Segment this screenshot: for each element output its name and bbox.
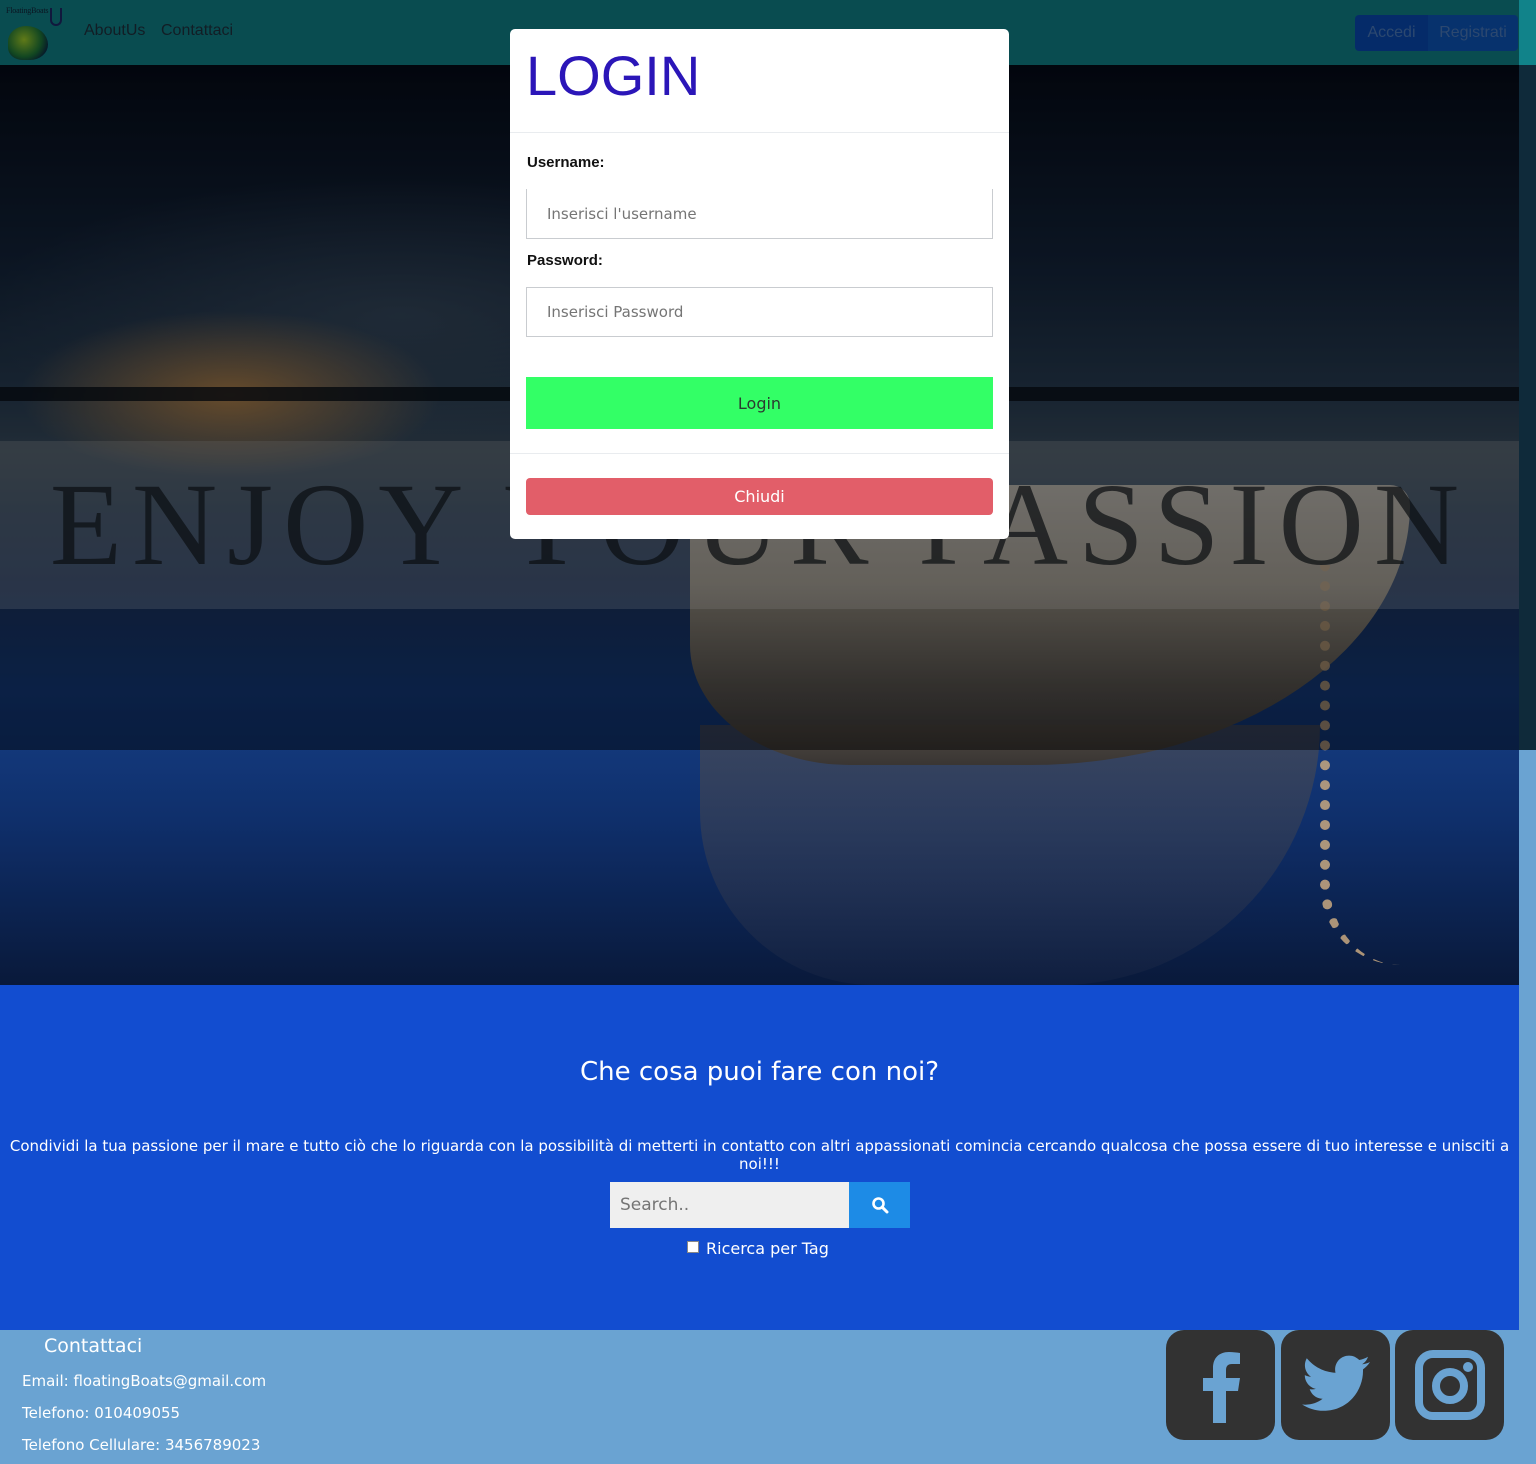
intro-section: Che cosa puoi fare con noi? Condividi la… — [0, 985, 1519, 1330]
footer-phone: Telefono: 010409055 — [22, 1404, 181, 1422]
login-submit-button[interactable]: Login — [526, 377, 993, 429]
section-description: Condividi la tua passione per il mare e … — [9, 1137, 1510, 1173]
instagram-link[interactable] — [1395, 1330, 1504, 1440]
facebook-icon — [1202, 1352, 1240, 1423]
password-label: Password: — [527, 252, 603, 269]
search-button[interactable] — [849, 1182, 910, 1228]
modal-header: LOGIN — [510, 29, 1009, 133]
tag-search-checkbox[interactable] — [687, 1241, 699, 1253]
search-icon — [871, 1197, 888, 1214]
tag-search-label: Ricerca per Tag — [706, 1239, 829, 1258]
username-label: Username: — [527, 154, 605, 171]
footer-mobile: Telefono Cellulare: 3456789023 — [22, 1436, 261, 1454]
modal-divider — [510, 453, 1009, 454]
footer-email: Email: floatingBoats@gmail.com — [22, 1372, 267, 1390]
twitter-link[interactable] — [1281, 1330, 1390, 1440]
twitter-icon — [1301, 1355, 1370, 1411]
login-modal: LOGIN Username: Password: Login Chiudi — [510, 29, 1009, 539]
facebook-link[interactable] — [1166, 1330, 1275, 1440]
modal-title: LOGIN — [526, 44, 701, 107]
footer-title: Contattaci — [44, 1335, 143, 1357]
close-button[interactable]: Chiudi — [526, 478, 993, 515]
username-input[interactable] — [526, 189, 993, 239]
search-input[interactable] — [610, 1182, 849, 1228]
instagram-icon — [1414, 1350, 1485, 1420]
section-title: Che cosa puoi fare con noi? — [579, 1057, 940, 1087]
scrollbar[interactable] — [1519, 65, 1536, 750]
password-input[interactable] — [526, 287, 993, 337]
footer: Contattaci Email: floatingBoats@gmail.co… — [0, 1330, 1536, 1464]
